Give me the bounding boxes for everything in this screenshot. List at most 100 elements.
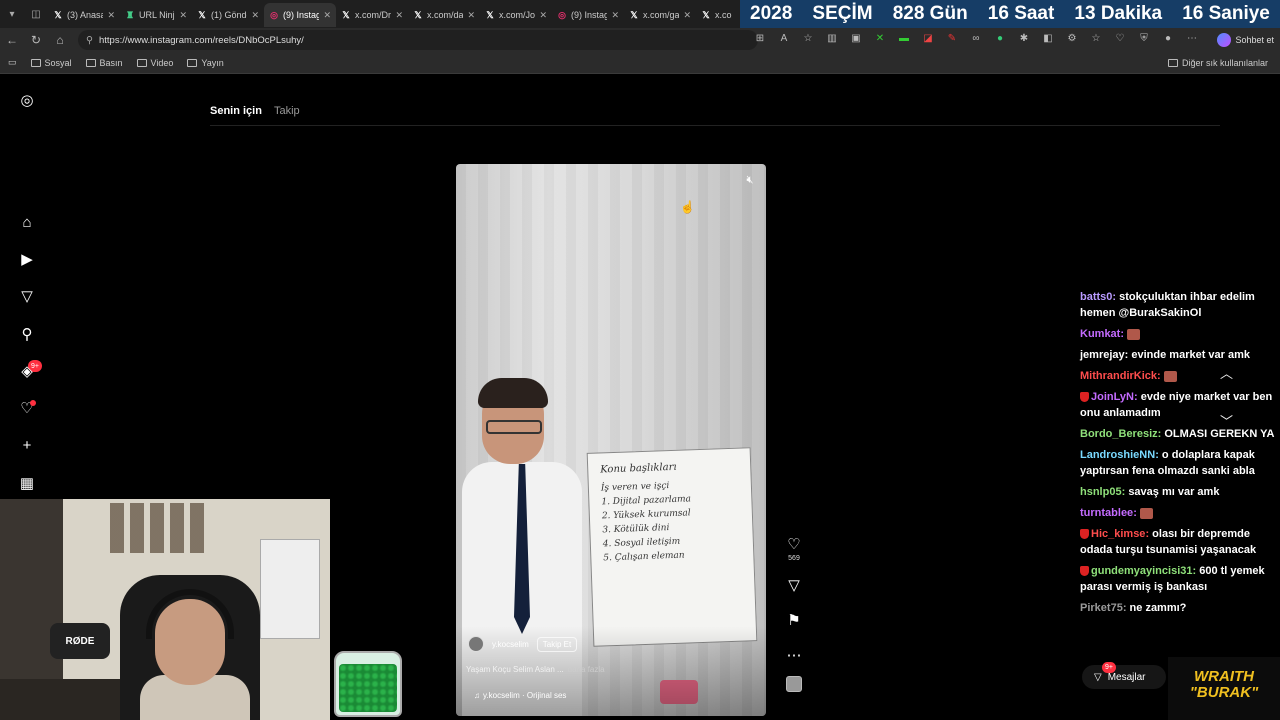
- bookmark-label: Video: [150, 57, 174, 68]
- browser-tab[interactable]: 𝕏x.com/Dr ✕: [336, 3, 408, 27]
- tab-title: (9) Instag: [283, 10, 320, 20]
- sidebar-toggle-icon[interactable]: ▭: [8, 57, 17, 68]
- close-tab-icon[interactable]: ✕: [395, 10, 403, 21]
- read-aloud-icon[interactable]: A: [776, 30, 792, 46]
- app-available-icon[interactable]: ⊞: [752, 30, 768, 46]
- extension-icon[interactable]: ▬: [896, 30, 912, 46]
- folder-icon: [187, 58, 198, 67]
- chat-username[interactable]: gundemyayincisi31: [1091, 565, 1193, 577]
- tab-for-you[interactable]: Senin için: [210, 105, 262, 117]
- reel-video[interactable]: 🔇︎ Konu başlıkları İş veren ve işçi 1. Di…: [456, 164, 766, 716]
- chat-username[interactable]: JoinLyN: [1091, 391, 1134, 403]
- back-arrow-icon[interactable]: ←: [0, 28, 24, 52]
- chevron-down-icon[interactable]: ﹀: [1220, 411, 1233, 430]
- collections-icon[interactable]: ♡: [1112, 30, 1128, 46]
- instagram-page: ◎ ⌂ ▶ ▽ 9+ ⚲ ◈ ♡ + ▦ Senin için Takip 🔇︎…: [0, 75, 1280, 720]
- explore-compass-icon[interactable]: ◈: [18, 362, 36, 380]
- more-options-icon[interactable]: ⋯: [787, 646, 802, 664]
- chat-message: Bordo_Beresiz: OLMASI GEREKN YA: [1080, 428, 1275, 440]
- browser-tab[interactable]: 𝕏x.com/ga ✕: [624, 3, 696, 27]
- author-avatar[interactable]: [468, 636, 484, 652]
- chat-username[interactable]: batts0: [1080, 291, 1112, 303]
- browser-tab[interactable]: 𝕏 (1) Gönde ✕: [192, 3, 264, 27]
- chat-username[interactable]: hsnlp05: [1080, 486, 1122, 498]
- close-tab-icon[interactable]: ✕: [251, 10, 259, 21]
- extension-icon[interactable]: ✕: [872, 30, 888, 46]
- profile-avatar-icon[interactable]: ●: [1160, 30, 1176, 46]
- create-plus-icon[interactable]: +: [18, 436, 36, 454]
- extension-icon[interactable]: ∞: [968, 30, 984, 46]
- instagram-logo-icon[interactable]: ◎: [18, 91, 36, 109]
- close-tab-icon[interactable]: ✕: [683, 10, 691, 21]
- author-username[interactable]: y.kocselim: [492, 640, 529, 649]
- close-tab-icon[interactable]: ✕: [179, 10, 187, 21]
- extension-icon[interactable]: ▥: [824, 30, 840, 46]
- close-tab-icon[interactable]: ✕: [107, 10, 115, 21]
- dashboard-icon[interactable]: ▦: [18, 474, 36, 492]
- chat-username[interactable]: LandroshieNN: [1080, 449, 1155, 461]
- browser-tab[interactable]: 𝕏 (3) Anasa ✕: [48, 3, 120, 27]
- close-tab-icon[interactable]: ✕: [539, 10, 547, 21]
- browser-essentials-icon[interactable]: ⛨: [1136, 30, 1152, 46]
- chat-username[interactable]: Bordo_Beresiz: [1080, 428, 1158, 440]
- browser-tab[interactable]: ♜ URL Ninja ✕: [120, 3, 192, 27]
- chat-username[interactable]: MithrandirKick: [1080, 370, 1157, 382]
- close-tab-icon[interactable]: ✕: [611, 10, 619, 21]
- browser-tab[interactable]: 𝕏x.com/Joy✕: [480, 3, 552, 27]
- like-count: 569: [788, 555, 800, 562]
- browser-tab[interactable]: ◎ (9) Instag ✕: [552, 3, 624, 27]
- notification-dot: [30, 400, 36, 406]
- copilot-button[interactable]: Sohbet et: [1217, 31, 1274, 49]
- extensions-icon[interactable]: ⚙: [1064, 30, 1080, 46]
- favorite-star-icon[interactable]: ☆: [800, 30, 816, 46]
- muted-speaker-icon[interactable]: 🔇︎: [742, 172, 758, 188]
- extensions-puzzle-icon[interactable]: ✱: [1016, 30, 1032, 46]
- reel-audio[interactable]: ♫ y.kocselim · Orijinal ses: [474, 691, 566, 700]
- direct-send-icon[interactable]: ▽: [18, 287, 36, 305]
- audio-thumbnail[interactable]: [786, 676, 802, 692]
- bookmark-folder[interactable]: Sosyal: [30, 58, 72, 68]
- extension-icon[interactable]: ●: [992, 30, 1008, 46]
- chat-username[interactable]: Pirket75: [1080, 602, 1123, 614]
- tab-menu-chevron-icon[interactable]: ▾: [0, 0, 24, 28]
- close-tab-icon[interactable]: ✕: [467, 10, 475, 21]
- site-info-icon[interactable]: ⚲: [86, 35, 93, 46]
- split-screen-icon[interactable]: ◧: [1040, 30, 1056, 46]
- bookmark-folder[interactable]: Video: [136, 57, 174, 68]
- extension-icon[interactable]: ▣: [848, 30, 864, 46]
- countdown-year: 2028: [750, 3, 793, 24]
- tab-following[interactable]: Takip: [274, 105, 300, 117]
- close-tab-icon[interactable]: ✕: [323, 10, 331, 21]
- chat-message: LandroshieNN: o dolaplara kapak yaptırsa…: [1080, 449, 1255, 477]
- chat-username[interactable]: turntablee: [1080, 507, 1133, 519]
- logo-line-1: WRAITH: [1194, 668, 1254, 685]
- home-icon[interactable]: ⌂: [18, 213, 36, 231]
- extension-icon[interactable]: ◪: [920, 30, 936, 46]
- more-menu-icon[interactable]: ⋯: [1184, 30, 1200, 46]
- search-icon[interactable]: ⚲: [18, 325, 36, 343]
- browser-tab[interactable]: 𝕏x.com/da ✕: [408, 3, 480, 27]
- extension-icon[interactable]: ✎: [944, 30, 960, 46]
- share-send-icon[interactable]: ▽: [788, 576, 800, 594]
- emote-icon: [1163, 370, 1177, 382]
- favorites-icon[interactable]: ☆: [1088, 30, 1104, 46]
- caption-more-link[interactable]: daha fazla: [568, 665, 605, 674]
- other-favorites[interactable]: Diğer sık kullanılanlar: [1167, 58, 1268, 68]
- chat-username[interactable]: jemrejay: [1080, 349, 1125, 361]
- like-heart-icon[interactable]: ♡: [787, 535, 800, 553]
- bookmark-folder[interactable]: Basın: [85, 58, 123, 68]
- chevron-up-icon[interactable]: ︿: [1220, 363, 1233, 382]
- url-field[interactable]: ⚲ https://www.instagram.com/reels/DNbOcP…: [78, 30, 758, 50]
- follow-button[interactable]: Takip Et: [536, 636, 578, 652]
- reload-icon[interactable]: ↻: [24, 28, 48, 52]
- bookmark-folder[interactable]: Yayın: [187, 58, 224, 68]
- home-icon[interactable]: ⌂: [48, 28, 72, 52]
- messages-button[interactable]: ▽ Mesajlar: [1082, 665, 1166, 689]
- reels-icon[interactable]: ▶: [18, 250, 36, 268]
- reel-caption[interactable]: Yaşam Koçu Selim Aslan ... daha fazla: [466, 665, 605, 674]
- browser-tab[interactable]: ◎ (9) Instag ✕: [264, 3, 336, 27]
- chat-username[interactable]: Kumkat: [1080, 328, 1120, 340]
- workspaces-icon[interactable]: ◫: [24, 0, 48, 28]
- chat-username[interactable]: Hic_kimse: [1091, 528, 1145, 540]
- save-bookmark-icon[interactable]: ⚑: [787, 611, 800, 629]
